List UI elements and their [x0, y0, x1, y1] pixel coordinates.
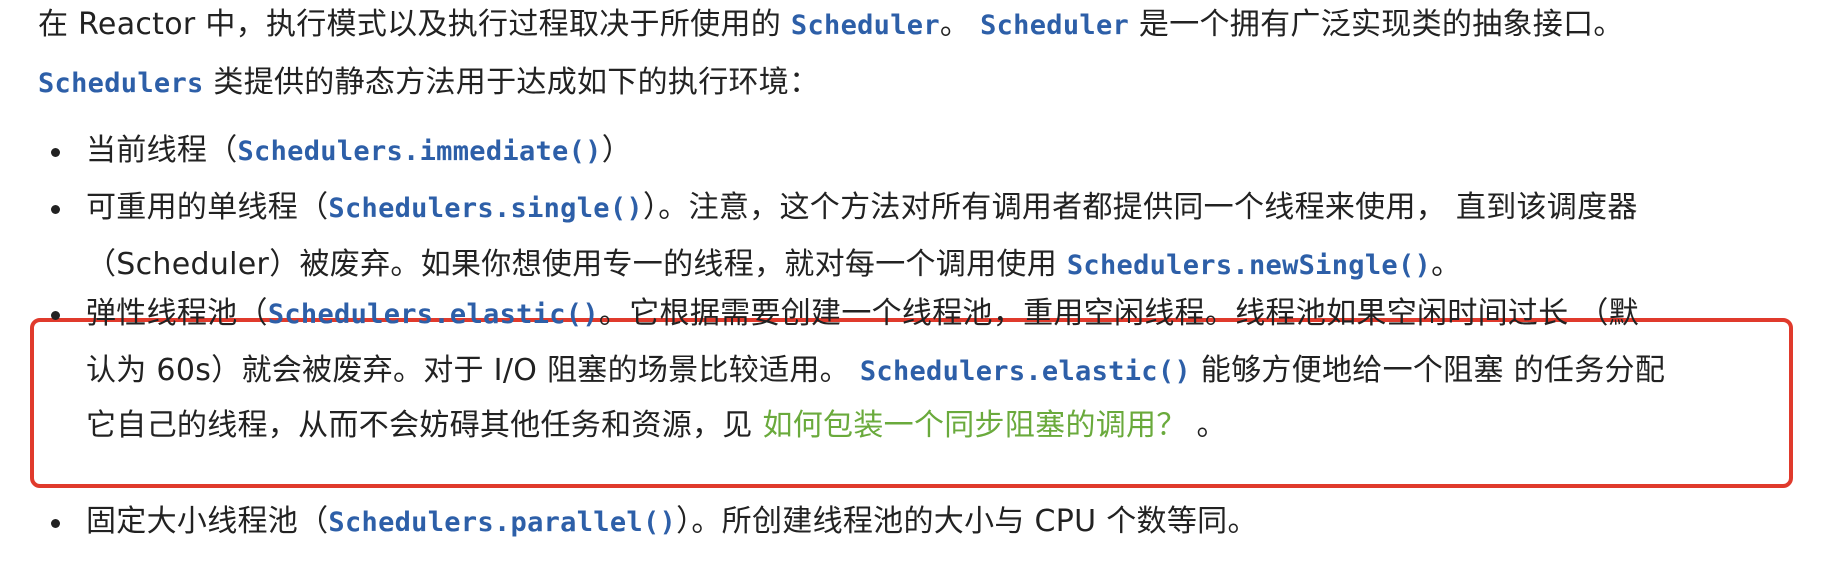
item-text: 能够方便地给一个阻塞 的任务分配 — [1200, 353, 1666, 388]
code-elastic: Schedulers.elastic() — [267, 299, 599, 330]
intro-line-1: 在 Reactor 中，执行模式以及执行过程取决于所使用的 Scheduler。… — [38, 4, 1624, 47]
item-text: 。 — [1196, 408, 1227, 443]
item-text: 固定大小线程池（ — [86, 504, 329, 539]
bullet — [51, 519, 60, 528]
item-text: 认为 60s）就会被废弃。对于 I/O 阻塞的场景比较适用。 — [86, 353, 850, 388]
list-item-elastic-cont: 认为 60s）就会被废弃。对于 I/O 阻塞的场景比较适用。 Scheduler… — [86, 350, 1665, 393]
code-scheduler: Scheduler — [980, 10, 1130, 41]
list-item-elastic: 弹性线程池（Schedulers.elastic()。它根据需要创建一个线程池，… — [86, 293, 1639, 336]
list-item-single: 可重用的单线程（Schedulers.single()）。注意，这个方法对所有调… — [86, 187, 1638, 230]
code-schedulers: Schedulers — [38, 68, 204, 99]
item-text: （Scheduler）被废弃。如果你想使用专一的线程，就对每一个调用使用 — [86, 247, 1057, 282]
code-immediate: Schedulers.immediate() — [237, 136, 602, 167]
item-text: 。它根据需要创建一个线程池，重用空闲线程。线程池如果空闲时间过长 （默 — [598, 296, 1639, 331]
list-item-single-cont: （Scheduler）被废弃。如果你想使用专一的线程，就对每一个调用使用 Sch… — [86, 244, 1461, 287]
item-text: 它自己的线程，从而不会妨碍其他任务和资源，见 — [86, 408, 753, 443]
item-text: 。 — [1431, 247, 1462, 282]
code-elastic: Schedulers.elastic() — [859, 356, 1191, 387]
code-newsingle: Schedulers.newSingle() — [1066, 250, 1432, 281]
list-item-parallel: 固定大小线程池（Schedulers.parallel()）。所创建线程池的大小… — [86, 501, 1258, 544]
document-body: 在 Reactor 中，执行模式以及执行过程取决于所使用的 Scheduler。… — [0, 0, 1826, 572]
list-item-elastic-cont: 它自己的线程，从而不会妨碍其他任务和资源，见 如何包装一个同步阻塞的调用？ 。 — [86, 405, 1227, 447]
bullet — [51, 311, 60, 320]
item-text: ）。所创建线程池的大小与 CPU 个数等同。 — [676, 504, 1258, 539]
intro-text: 。 — [939, 7, 971, 42]
code-scheduler: Scheduler — [790, 10, 940, 41]
intro-text: 在 Reactor 中，执行模式以及执行过程取决于所使用的 — [38, 7, 782, 42]
code-single: Schedulers.single() — [328, 193, 643, 224]
bullet — [51, 205, 60, 214]
item-text: 弹性线程池（ — [86, 296, 268, 331]
intro-text: 类提供的静态方法用于达成如下的执行环境： — [213, 65, 820, 100]
list-item-immediate: 当前线程（Schedulers.immediate()） — [86, 130, 632, 173]
bullet — [51, 148, 60, 157]
intro-line-2: Schedulers 类提供的静态方法用于达成如下的执行环境： — [38, 62, 819, 105]
highlight-box — [30, 318, 1793, 488]
item-text: ） — [601, 133, 633, 168]
item-text: ）。注意，这个方法对所有调用者都提供同一个线程来使用， 直到该调度器 — [642, 190, 1638, 225]
item-text: 当前线程（ — [86, 133, 238, 168]
intro-text: 是一个拥有广泛实现类的抽象接口。 — [1138, 7, 1624, 42]
code-parallel: Schedulers.parallel() — [328, 507, 677, 538]
item-text: 可重用的单线程（ — [86, 190, 329, 225]
link-wrap-blocking-call[interactable]: 如何包装一个同步阻塞的调用？ — [762, 408, 1186, 443]
